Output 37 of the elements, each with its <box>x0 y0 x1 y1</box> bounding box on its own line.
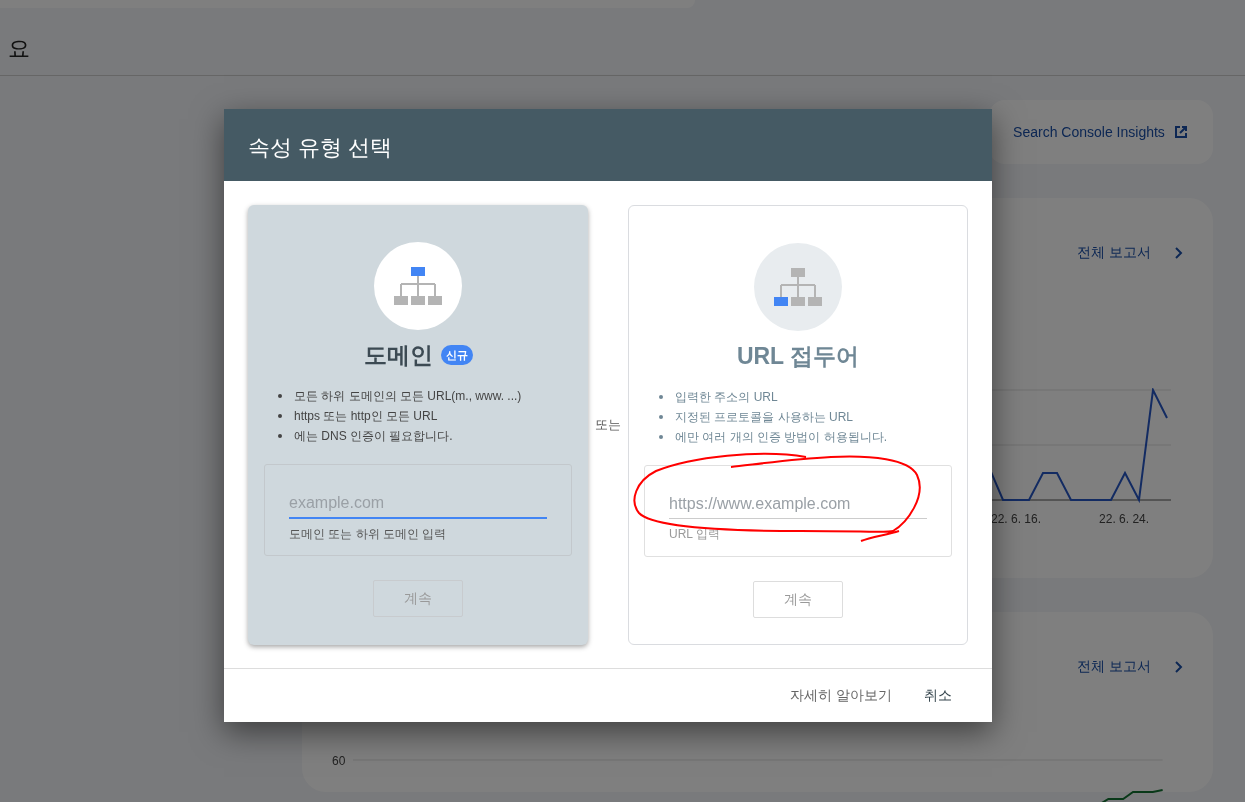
helper-text: URL 입력 <box>669 526 721 543</box>
option-title: URL 접두어 <box>736 341 860 371</box>
input-field[interactable]: example.com <box>289 489 547 519</box>
axis-label: 60 <box>332 753 346 770</box>
bullet-text: 에는 DNS 인증이 필요합니다. <box>294 428 453 444</box>
bullet-text: 입력한 주소의 URL <box>675 389 778 405</box>
bullet-icon <box>278 394 282 398</box>
cancel-button[interactable]: 취소 <box>910 678 966 712</box>
chevron-right-icon <box>1175 246 1183 259</box>
separator-text: 또는 <box>595 415 621 434</box>
insights-link[interactable]: Search Console Insights <box>989 100 1213 164</box>
bullet-icon <box>659 395 663 399</box>
chevron-right-icon <box>1175 660 1183 673</box>
axis-label: 22. 6. 24. <box>1099 511 1150 528</box>
new-badge: 신규 <box>440 344 473 366</box>
full-report-link[interactable]: 전체 보고서 <box>1077 656 1183 677</box>
input-field[interactable]: https://www.example.com <box>669 490 927 519</box>
bullet-text: https 또는 http인 모든 URL <box>294 408 438 424</box>
learn-more-button[interactable]: 자세히 알아보기 <box>776 678 906 712</box>
sitemap-icon <box>774 268 822 306</box>
input-panel[interactable]: https://www.example.com URL 입력 <box>644 465 952 557</box>
bullet-text: 모든 하위 도메인의 모든 URL(m., www. ...) <box>294 388 522 404</box>
sitemap-icon <box>394 267 442 305</box>
bullet-text: 에만 여러 개의 인증 방법이 허용됩니다. <box>675 429 887 445</box>
external-link-icon <box>1172 124 1189 140</box>
helper-text: 도메인 또는 하위 도메인 입력 <box>289 526 448 543</box>
bullet-icon <box>278 414 282 418</box>
axis-label: 22. 6. 16. <box>991 511 1042 528</box>
bullet-text: 지정된 프로토콜을 사용하는 URL <box>675 409 853 425</box>
dialog-title: 속성 유형 선택 <box>224 109 992 181</box>
input-panel[interactable]: example.com 도메인 또는 하위 도메인 입력 <box>264 464 572 556</box>
full-report-link[interactable]: 전체 보고서 <box>1077 242 1183 263</box>
page-title: 요 <box>8 36 30 61</box>
bullet-icon <box>278 434 282 438</box>
bullet-icon <box>659 435 663 439</box>
bullet-icon <box>659 415 663 419</box>
option-title: 도메인 <box>363 340 433 370</box>
